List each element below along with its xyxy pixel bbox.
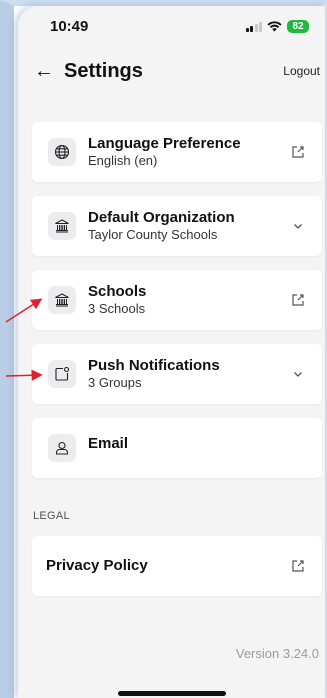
default-organization-item[interactable]: Default Organization Taylor County Schoo… xyxy=(32,196,322,256)
schools-count: 3 Schools xyxy=(88,301,146,316)
language-preference-value: English (en) xyxy=(88,153,158,168)
external-link-icon xyxy=(274,559,322,573)
email-item[interactable]: Email ________________ xyxy=(32,418,322,478)
privacy-policy-title: Privacy Policy xyxy=(46,557,148,574)
notification-icon xyxy=(48,360,76,388)
section-label-legal: LEGAL xyxy=(33,510,70,522)
push-notifications-count: 3 Groups xyxy=(88,375,142,390)
logout-button[interactable]: Logout xyxy=(283,64,320,78)
default-organization-value: Taylor County Schools xyxy=(88,227,218,242)
chevron-down-icon xyxy=(274,223,322,230)
status-bar: 10:49 82 xyxy=(18,6,325,46)
email-title: Email xyxy=(88,434,129,452)
home-indicator xyxy=(118,691,226,696)
external-link-icon xyxy=(274,145,322,159)
email-value-obscured: ________________ xyxy=(88,452,204,462)
schools-item[interactable]: Schools 3 Schools xyxy=(32,270,322,330)
arrow-left-icon[interactable]: ← xyxy=(34,61,54,81)
schools-title: Schools xyxy=(88,283,147,300)
push-notifications-item[interactable]: Push Notifications 3 Groups xyxy=(32,344,322,404)
signal-icon xyxy=(245,21,262,32)
status-time: 10:49 xyxy=(50,17,89,35)
page-title: Settings xyxy=(64,59,143,82)
privacy-policy-item[interactable]: Privacy Policy xyxy=(32,536,322,596)
external-link-icon xyxy=(274,293,322,307)
battery-icon: 82 xyxy=(287,19,309,33)
language-preference-title: Language Preference xyxy=(88,135,241,152)
language-preference-item[interactable]: Language Preference English (en) xyxy=(32,122,322,182)
user-icon xyxy=(48,434,76,462)
globe-icon xyxy=(48,138,76,166)
wifi-icon xyxy=(267,20,282,31)
building-icon xyxy=(48,286,76,314)
chevron-down-icon xyxy=(274,371,322,378)
building-icon xyxy=(48,212,76,240)
default-organization-title: Default Organization xyxy=(88,209,235,226)
phone-screen: 10:49 82 ← Settings Logout Language Pref… xyxy=(18,6,325,698)
push-notifications-title: Push Notifications xyxy=(88,357,220,374)
header: ← Settings Logout xyxy=(18,46,325,96)
version-label: Version 3.24.0 xyxy=(235,646,319,661)
